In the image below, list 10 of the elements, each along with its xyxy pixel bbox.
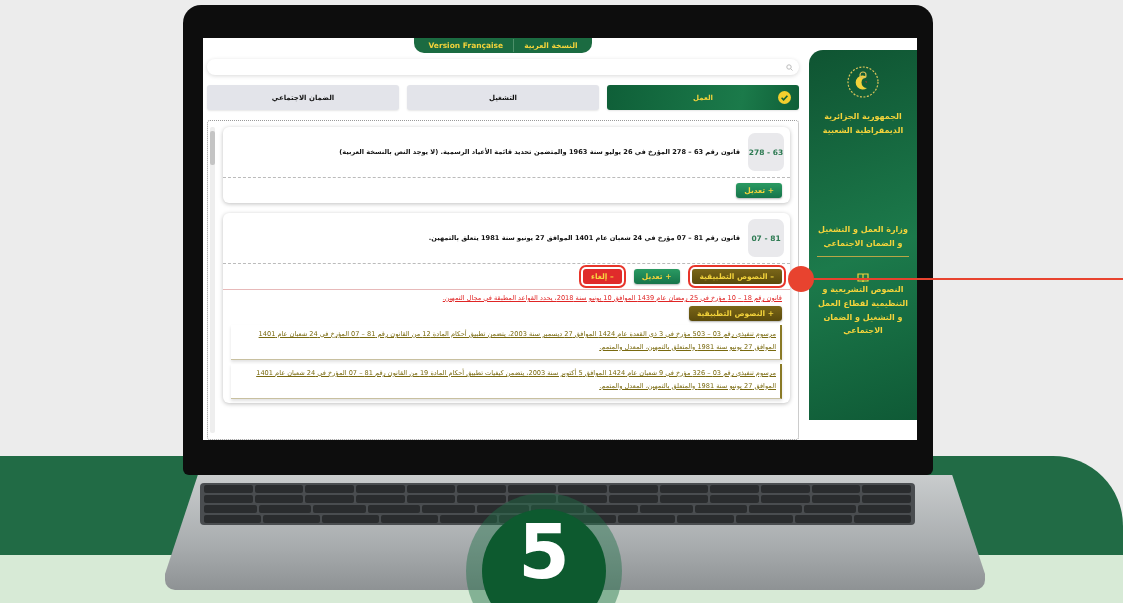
ministry-name: وزارة العمل و التشغيل و الضمان الاجتماعي — [817, 224, 909, 250]
scrollbar[interactable] — [210, 127, 215, 433]
emblem-icon — [845, 64, 881, 100]
book-icon — [857, 273, 869, 284]
section-title: النصوص التشريعية و التنظيمية لقطاع العمل و التشغيل و الضمان الاجتماعي — [816, 284, 910, 338]
search-field[interactable] — [207, 59, 799, 75]
step-number: 5 — [518, 515, 570, 589]
check-icon — [778, 91, 791, 104]
search-icon — [786, 63, 793, 71]
republic-name: الجمهورية الجزائرية الديمقراطية الشعبية — [821, 111, 905, 137]
